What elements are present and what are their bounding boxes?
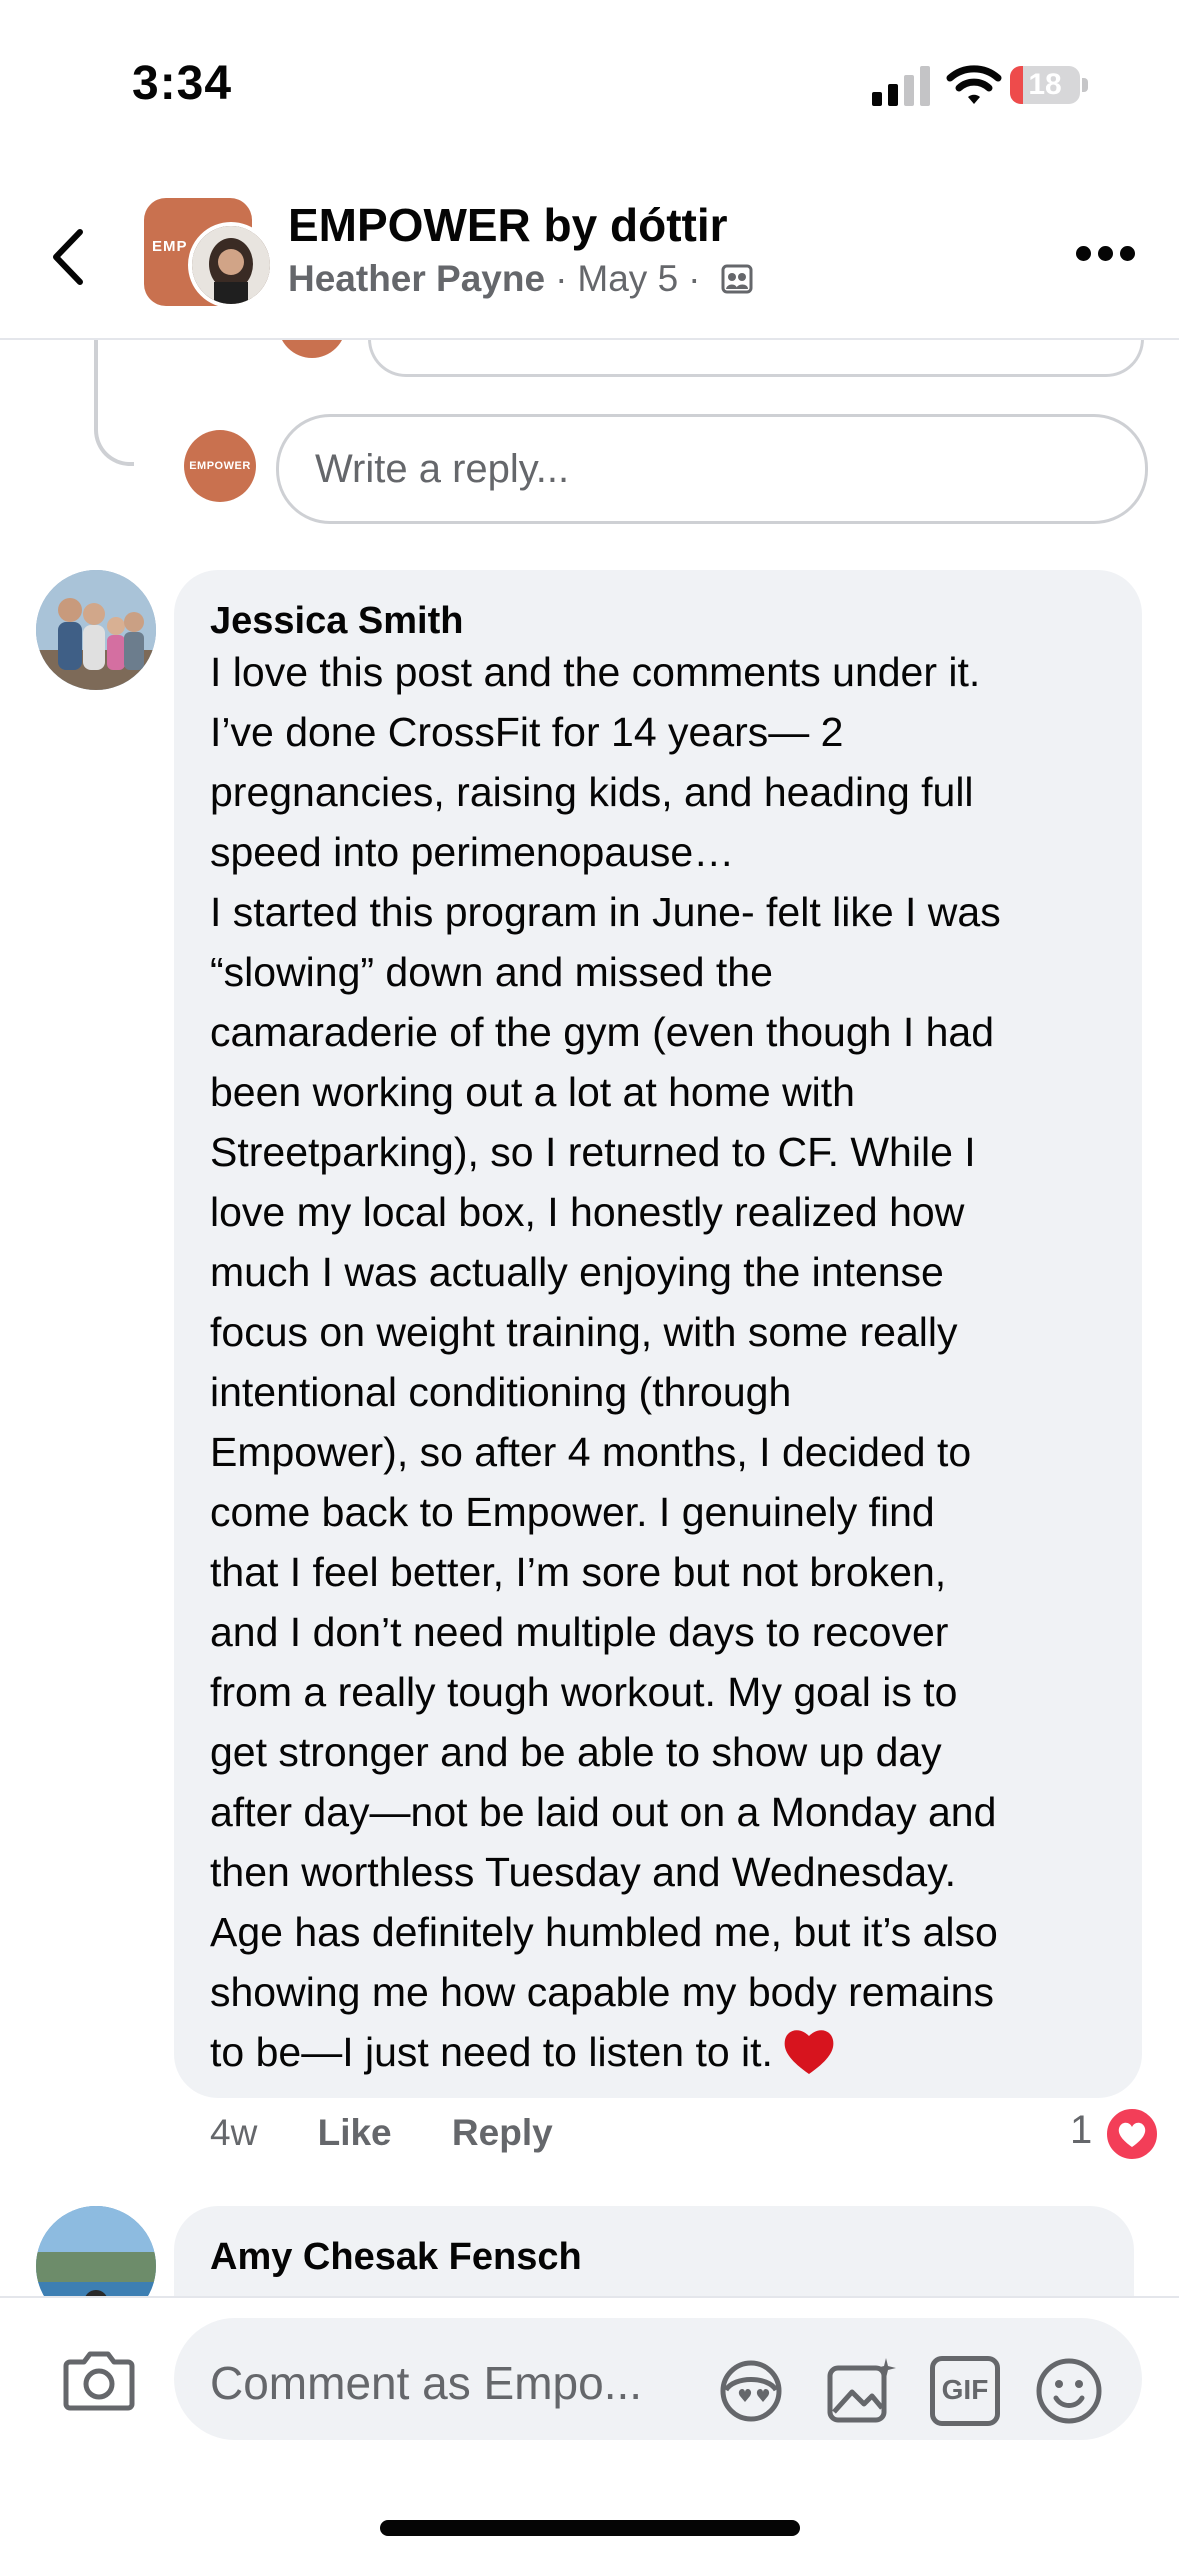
group-audience-icon bbox=[721, 264, 752, 294]
comment-actions: 4w Like Reply bbox=[210, 2112, 603, 2154]
poster-avatar[interactable] bbox=[188, 222, 274, 308]
comment-line: camaraderie of the gym (even though I ha… bbox=[210, 1009, 995, 1055]
comment-line: Age has definitely humbled me, but it’s … bbox=[210, 1909, 998, 1955]
wifi-icon bbox=[946, 65, 1002, 104]
chevron-left-icon[interactable] bbox=[40, 222, 100, 292]
comment-line: come back to Empower. I genuinely find bbox=[210, 1489, 935, 1535]
more-dots-icon[interactable] bbox=[1076, 246, 1136, 264]
comment-placeholder: Comment as Empo... bbox=[210, 2357, 643, 2409]
post-author[interactable]: Heather Payne bbox=[288, 258, 545, 299]
love-reaction-icon[interactable] bbox=[1104, 2106, 1160, 2162]
comment-line: “slowing” down and missed the bbox=[210, 949, 773, 995]
comment-composer: Comment as Empo... GIF bbox=[0, 2296, 1179, 2558]
comment-line: Streetparking), so I returned to CF. Whi… bbox=[210, 1129, 976, 1175]
comment-line: after day—not be laid out on a Monday an… bbox=[210, 1789, 997, 1835]
cellular-signal-icon bbox=[872, 66, 930, 106]
comment-line: to be—I just need to listen to it. bbox=[210, 2022, 1130, 2082]
meta-separator: · bbox=[555, 258, 568, 299]
post-header: EMP EMPOWER by dóttir Heather Payne · May … bbox=[0, 170, 1179, 340]
avatar-sticker-icon[interactable] bbox=[714, 2354, 788, 2428]
comment-line: speed into perimenopause… bbox=[210, 829, 735, 875]
comment-line: intentional conditioning (through bbox=[210, 1369, 792, 1415]
comment-line: been working out a lot at home with bbox=[210, 1069, 855, 1115]
gif-icon[interactable]: GIF bbox=[930, 2356, 1000, 2426]
write-reply-input[interactable]: Write a reply... bbox=[276, 414, 1148, 524]
reply-button[interactable]: Reply bbox=[452, 2112, 553, 2154]
comment-line: Empower), so after 4 months, I decided t… bbox=[210, 1429, 972, 1475]
camera-icon[interactable] bbox=[62, 2346, 136, 2412]
comment-line: get stronger and be able to show up day bbox=[210, 1729, 942, 1775]
battery-indicator: 18 bbox=[1010, 66, 1088, 104]
group-avatar-text: EMP bbox=[152, 238, 188, 255]
battery-percent: 18 bbox=[1028, 68, 1062, 101]
page-avatar: EMPOWER bbox=[184, 430, 256, 502]
comment-line: I’ve done CrossFit for 14 years— 2 bbox=[210, 709, 844, 755]
comment-line: I started this program in June- felt lik… bbox=[210, 889, 1001, 935]
comment-line: I love this post and the comments under … bbox=[210, 649, 981, 695]
meta-separator: · bbox=[688, 258, 701, 299]
status-time: 3:34 bbox=[132, 57, 233, 110]
photo-add-icon[interactable] bbox=[824, 2354, 898, 2428]
avatar[interactable] bbox=[36, 570, 156, 690]
comment-line: then worthless Tuesday and Wednesday. bbox=[210, 1849, 957, 1895]
family-photo bbox=[36, 570, 156, 690]
status-bar: 3:34 18 bbox=[0, 0, 1179, 170]
comment-line: love my local box, I honestly realized h… bbox=[210, 1189, 965, 1235]
post-date[interactable]: May 5 bbox=[577, 258, 678, 299]
post-meta: Heather Payne · May 5 · bbox=[288, 258, 753, 300]
comment-input[interactable]: Comment as Empo... GIF bbox=[174, 2318, 1142, 2440]
comment-line: from a really tough workout. My goal is … bbox=[210, 1669, 958, 1715]
heart-emoji-icon bbox=[784, 2030, 834, 2074]
like-button[interactable]: Like bbox=[318, 2112, 392, 2154]
group-title[interactable]: EMPOWER by dóttir bbox=[288, 198, 728, 252]
comment-line: focus on weight training, with some real… bbox=[210, 1309, 958, 1355]
comment-line: pregnancies, raising kids, and heading f… bbox=[210, 769, 974, 815]
comment-text: I love this post and the comments under … bbox=[210, 642, 1130, 2082]
reply-placeholder: Write a reply... bbox=[315, 447, 570, 491]
commenter-name[interactable]: Jessica Smith bbox=[210, 600, 463, 643]
comment-line: showing me how capable my body remains bbox=[210, 1969, 994, 2015]
comment-time: 4w bbox=[210, 2112, 258, 2153]
home-indicator[interactable] bbox=[380, 2520, 800, 2536]
reaction-count[interactable]: 1 bbox=[1070, 2108, 1092, 2153]
comment-bubble[interactable]: Jessica Smith I love this post and the c… bbox=[174, 570, 1142, 2098]
comment-line: that I feel better, I’m sore but not bro… bbox=[210, 1549, 947, 1595]
commenter-name[interactable]: Amy Chesak Fensch bbox=[210, 2236, 582, 2279]
emoji-icon[interactable] bbox=[1032, 2354, 1106, 2428]
comment-line: much I was actually enjoying the intense bbox=[210, 1249, 944, 1295]
comment-line: and I don’t need multiple days to recove… bbox=[210, 1609, 949, 1655]
thread-connector bbox=[94, 338, 134, 466]
